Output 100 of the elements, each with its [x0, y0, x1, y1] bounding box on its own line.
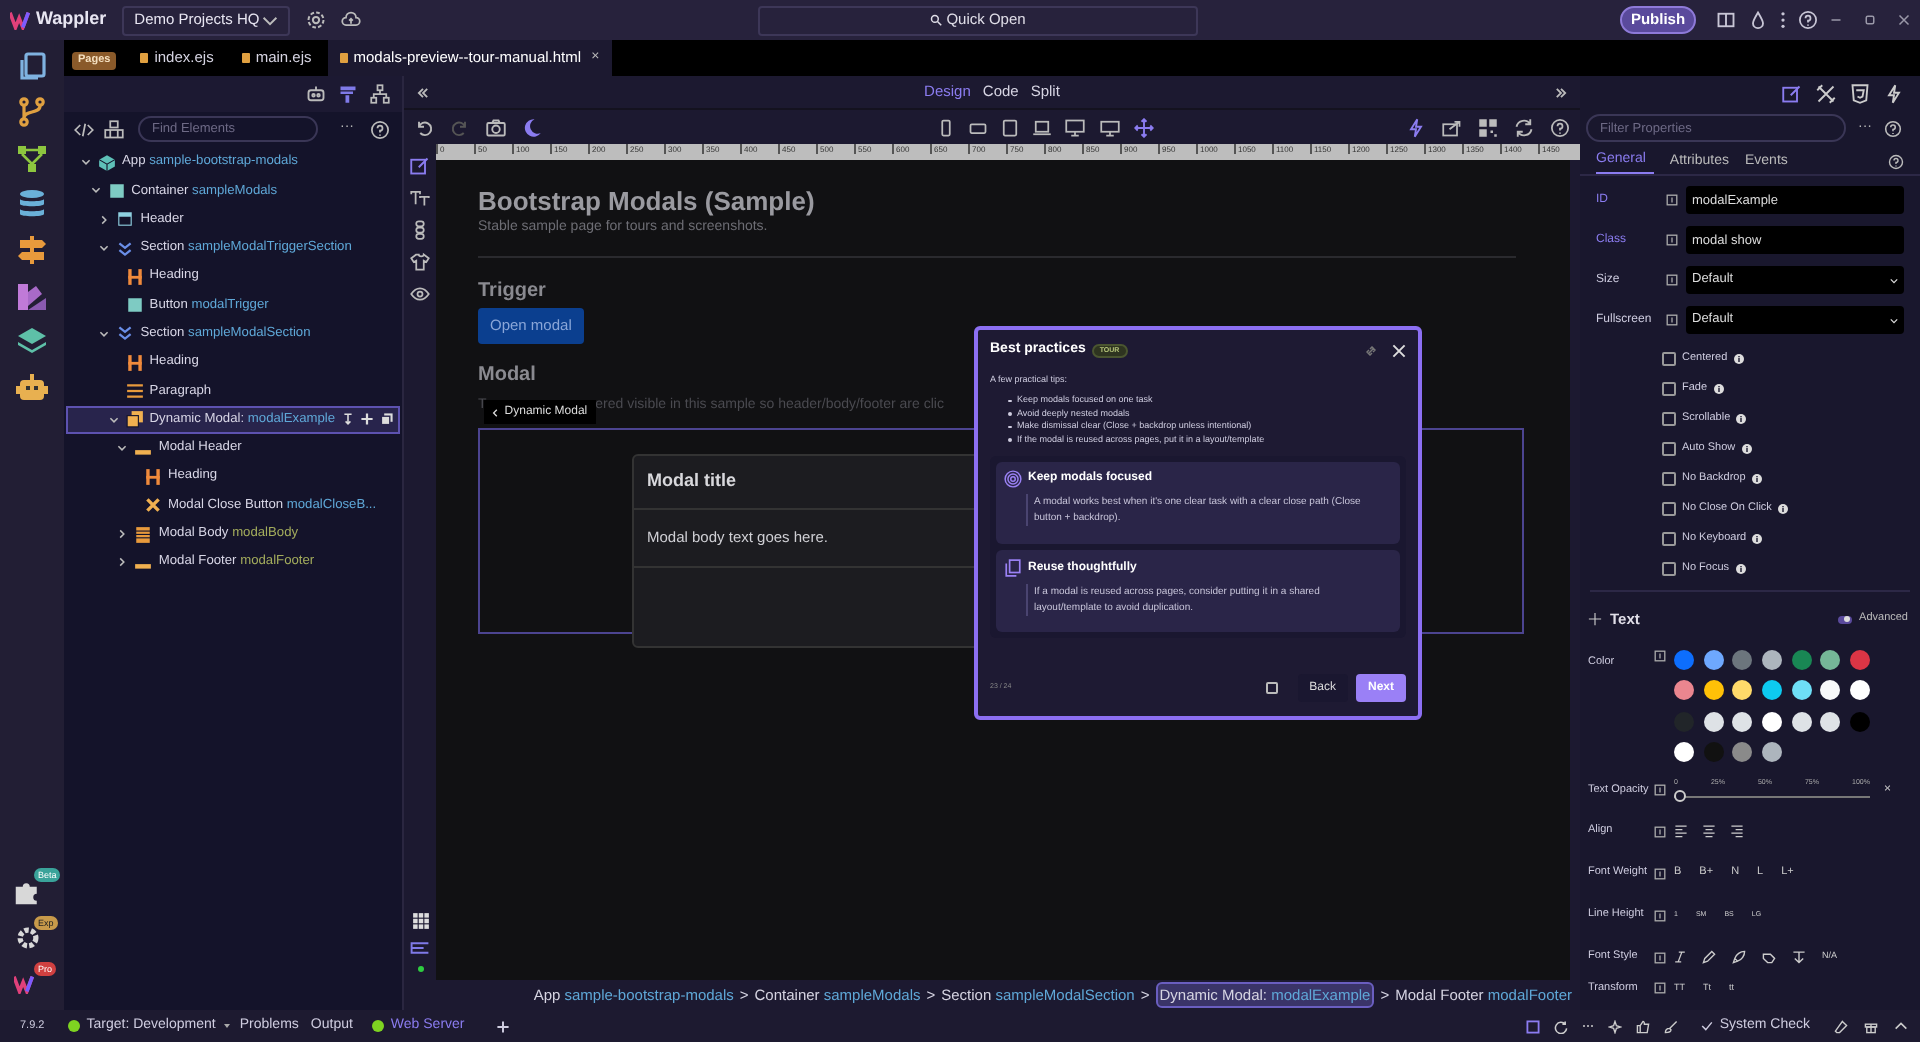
plus-icon[interactable] — [359, 412, 374, 427]
sparkle-icon[interactable] — [1607, 1019, 1622, 1033]
phone-landscape-icon[interactable] — [967, 117, 987, 137]
info-icon[interactable] — [1735, 563, 1746, 574]
edit-icon[interactable] — [1782, 83, 1802, 103]
monitor-icon[interactable] — [1063, 117, 1085, 137]
lightning-icon[interactable] — [1406, 117, 1426, 137]
color-swatch[interactable] — [1703, 742, 1724, 762]
color-swatch[interactable] — [1850, 711, 1871, 731]
camera-icon[interactable] — [486, 117, 506, 137]
bind-icon[interactable] — [1654, 825, 1666, 837]
cloud-upload-icon[interactable] — [340, 10, 363, 30]
color-swatch[interactable] — [1762, 649, 1783, 669]
component-icon[interactable] — [104, 119, 124, 139]
color-swatch[interactable] — [1703, 711, 1724, 731]
checkbox[interactable] — [1662, 381, 1676, 396]
frame-icon[interactable] — [410, 942, 430, 954]
help-icon[interactable] — [1798, 10, 1818, 30]
robot-icon[interactable] — [16, 372, 48, 404]
color-swatch[interactable] — [1762, 680, 1783, 700]
align-right-icon[interactable] — [1730, 824, 1744, 838]
eye-icon[interactable] — [410, 284, 430, 304]
css-shield-icon[interactable] — [1850, 83, 1870, 103]
color-swatch[interactable] — [1732, 680, 1753, 700]
expand-right-icon[interactable] — [1554, 85, 1568, 99]
info-icon[interactable] — [1736, 413, 1747, 424]
close-icon[interactable] — [1898, 14, 1910, 26]
collapse-chevron-icon[interactable] — [80, 156, 92, 169]
expand-chevron-icon[interactable] — [116, 556, 129, 569]
bind-icon[interactable] — [1654, 951, 1666, 963]
hierarchy-icon[interactable] — [370, 84, 390, 104]
square-icon[interactable] — [1525, 1019, 1540, 1033]
signpost-icon[interactable] — [16, 234, 48, 266]
caret-icon[interactable] — [223, 1024, 230, 1028]
minimize-icon[interactable] — [1830, 14, 1842, 26]
color-swatch[interactable] — [1674, 742, 1694, 762]
robot-icon[interactable] — [306, 84, 326, 104]
refresh-icon[interactable] — [1514, 117, 1534, 137]
copy-icon[interactable] — [379, 412, 394, 427]
color-swatch[interactable] — [1762, 711, 1783, 731]
checkbox[interactable] — [1662, 501, 1676, 516]
bind-icon[interactable] — [1666, 314, 1678, 326]
branch-icon[interactable] — [16, 96, 48, 128]
bind-icon[interactable] — [1666, 234, 1678, 246]
bind-icon[interactable] — [1666, 274, 1678, 286]
bind-icon[interactable] — [1654, 784, 1666, 796]
info-icon[interactable] — [1741, 443, 1752, 454]
checkbox[interactable] — [1662, 531, 1676, 546]
collapse-chevron-icon[interactable] — [107, 413, 120, 426]
flow-icon[interactable] — [16, 142, 48, 174]
collapse-chevron-icon[interactable] — [98, 327, 111, 340]
drop-icon[interactable] — [1748, 10, 1768, 30]
checkbox[interactable] — [1662, 561, 1676, 576]
align-center-icon[interactable] — [1702, 824, 1716, 838]
slider-thumb[interactable] — [1674, 790, 1686, 803]
tablet-icon[interactable] — [999, 117, 1019, 137]
edit-icon[interactable] — [410, 156, 430, 176]
refresh-icon[interactable] — [1553, 1019, 1568, 1033]
pages-icon[interactable] — [16, 50, 48, 82]
share-icon[interactable] — [1442, 117, 1462, 137]
color-swatch[interactable] — [1850, 649, 1871, 669]
color-swatch[interactable] — [1732, 711, 1753, 731]
grid-icon[interactable] — [411, 912, 429, 930]
help-icon[interactable] — [1884, 119, 1902, 137]
lightning-icon[interactable] — [1884, 83, 1904, 103]
brush-icon[interactable] — [1663, 1019, 1678, 1033]
bind-icon[interactable] — [1654, 982, 1666, 994]
kebab-menu-icon[interactable] — [1780, 10, 1786, 30]
checkbox[interactable] — [1265, 682, 1278, 694]
eraser-icon[interactable] — [1834, 1019, 1848, 1033]
gift-icon[interactable] — [1864, 1019, 1878, 1033]
help-icon[interactable] — [370, 119, 390, 139]
checkbox[interactable] — [1662, 411, 1676, 426]
color-swatch[interactable] — [1850, 680, 1871, 700]
text-size-icon[interactable] — [410, 188, 430, 208]
settings-icon[interactable] — [306, 10, 327, 30]
puzzle-icon[interactable] — [14, 878, 42, 906]
moon-icon[interactable] — [522, 117, 542, 137]
collapse-chevron-icon[interactable] — [116, 442, 129, 455]
spine-icon[interactable] — [410, 220, 430, 240]
color-swatch[interactable] — [1732, 649, 1753, 669]
bind-icon[interactable] — [1654, 649, 1666, 661]
grid-icon[interactable] — [1478, 117, 1498, 137]
caret-icon[interactable] — [262, 15, 279, 25]
move-icon[interactable] — [1133, 117, 1153, 137]
info-icon[interactable] — [1777, 503, 1788, 514]
toggle-switch[interactable] — [1837, 615, 1852, 623]
settings-icon[interactable] — [14, 924, 42, 952]
text-clear-icon[interactable] — [1792, 950, 1806, 964]
shirt-icon[interactable] — [410, 252, 430, 272]
link-icon[interactable] — [1366, 345, 1376, 355]
color-swatch[interactable] — [1703, 680, 1724, 700]
pen-icon[interactable] — [1702, 950, 1716, 964]
color-swatch[interactable] — [1820, 680, 1841, 700]
info-icon[interactable] — [1713, 383, 1724, 394]
move-vertical-icon[interactable] — [341, 412, 354, 427]
plus-icon[interactable] — [496, 1019, 511, 1033]
color-swatch[interactable] — [1732, 742, 1753, 762]
color-swatch[interactable] — [1791, 649, 1812, 669]
expand-chevron-icon[interactable] — [116, 528, 129, 540]
